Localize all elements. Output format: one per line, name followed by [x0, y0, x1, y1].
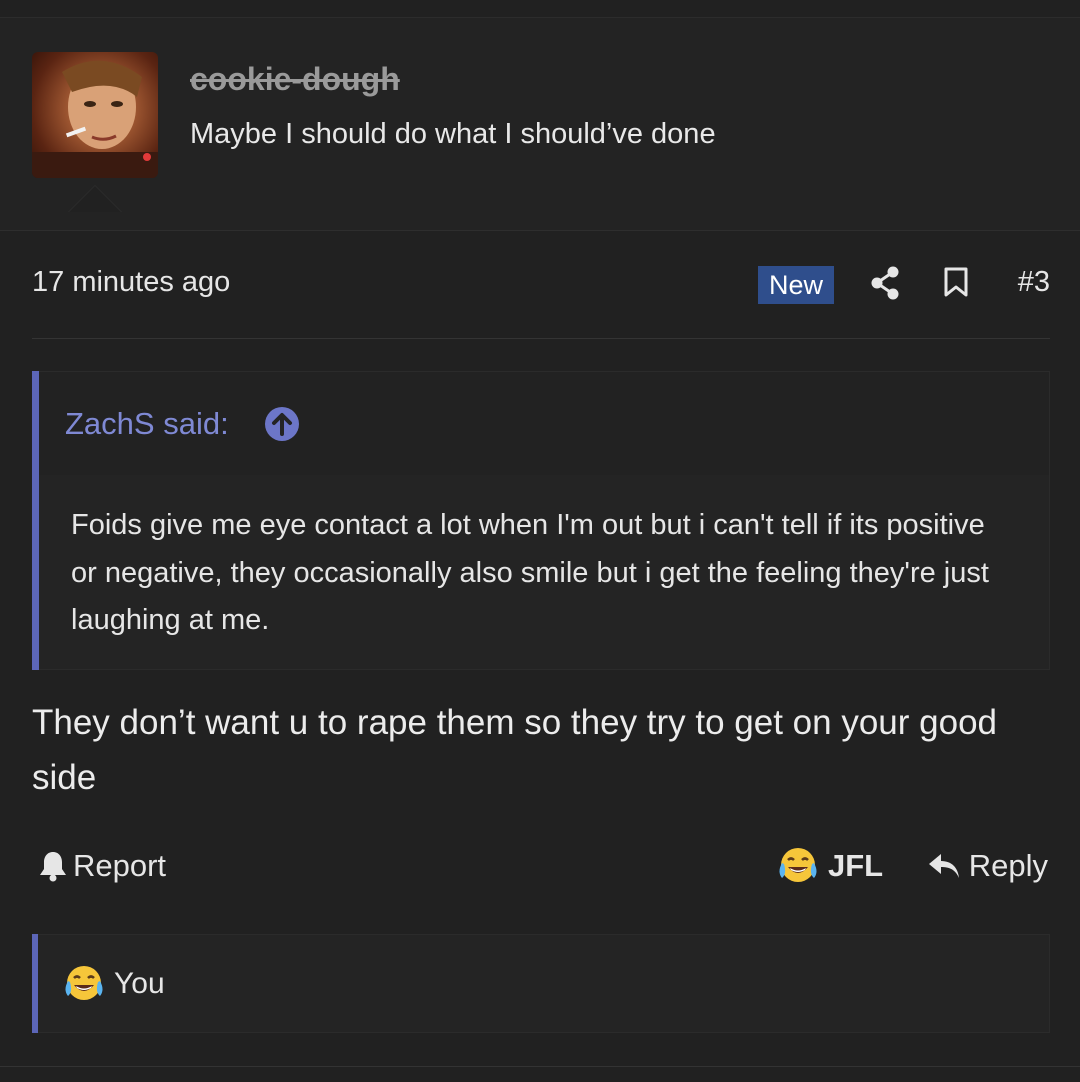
message-pointer — [68, 185, 122, 212]
post-actions: Report JFL Reply — [32, 840, 1050, 896]
post-timestamp[interactable]: 17 minutes ago — [32, 266, 230, 299]
post-meta: 17 minutes ago New #3 — [32, 258, 1050, 310]
avatar[interactable] — [32, 52, 158, 178]
post-message: They don’t want u to rape them so they t… — [32, 703, 998, 797]
quote-author-link[interactable]: ZachS said: — [65, 406, 229, 442]
bookmark-icon[interactable] — [944, 267, 968, 302]
new-badge: New — [758, 266, 835, 304]
bottom-divider — [0, 1066, 1080, 1067]
reply-arrow-icon — [928, 854, 959, 878]
user-title: Maybe I should do what I should’ve done — [190, 118, 716, 150]
report-label: Report — [73, 848, 167, 883]
tears-of-joy-emoji-icon — [65, 966, 103, 1000]
arrow-up-circle-icon[interactable] — [264, 406, 300, 447]
tears-of-joy-emoji-icon — [779, 848, 817, 882]
reply-label: Reply — [968, 848, 1048, 883]
quote-accent-bar — [32, 371, 39, 670]
user-info-block: cookie-dough Maybe I should do what I sh… — [0, 18, 1080, 231]
reaction-summary[interactable]: You — [63, 964, 165, 1004]
reaction-label: You — [114, 967, 165, 1000]
jfl-label: JFL — [828, 848, 884, 883]
share-icon[interactable] — [870, 266, 900, 305]
reactions-accent-bar — [32, 934, 38, 1033]
post-number-link[interactable]: #3 — [1018, 266, 1050, 299]
jfl-reaction-button[interactable]: JFL — [777, 846, 883, 886]
bell-icon — [40, 852, 66, 882]
quote-block: ZachS said: Foids give me eye contact a … — [32, 371, 1050, 670]
report-button[interactable]: Report — [38, 848, 166, 884]
reactions-bar: You — [32, 934, 1050, 1033]
username[interactable]: cookie-dough — [190, 61, 400, 98]
meta-divider — [32, 338, 1050, 339]
quote-body: Foids give me eye contact a lot when I'm… — [71, 509, 989, 636]
reply-button[interactable]: Reply — [927, 848, 1048, 884]
